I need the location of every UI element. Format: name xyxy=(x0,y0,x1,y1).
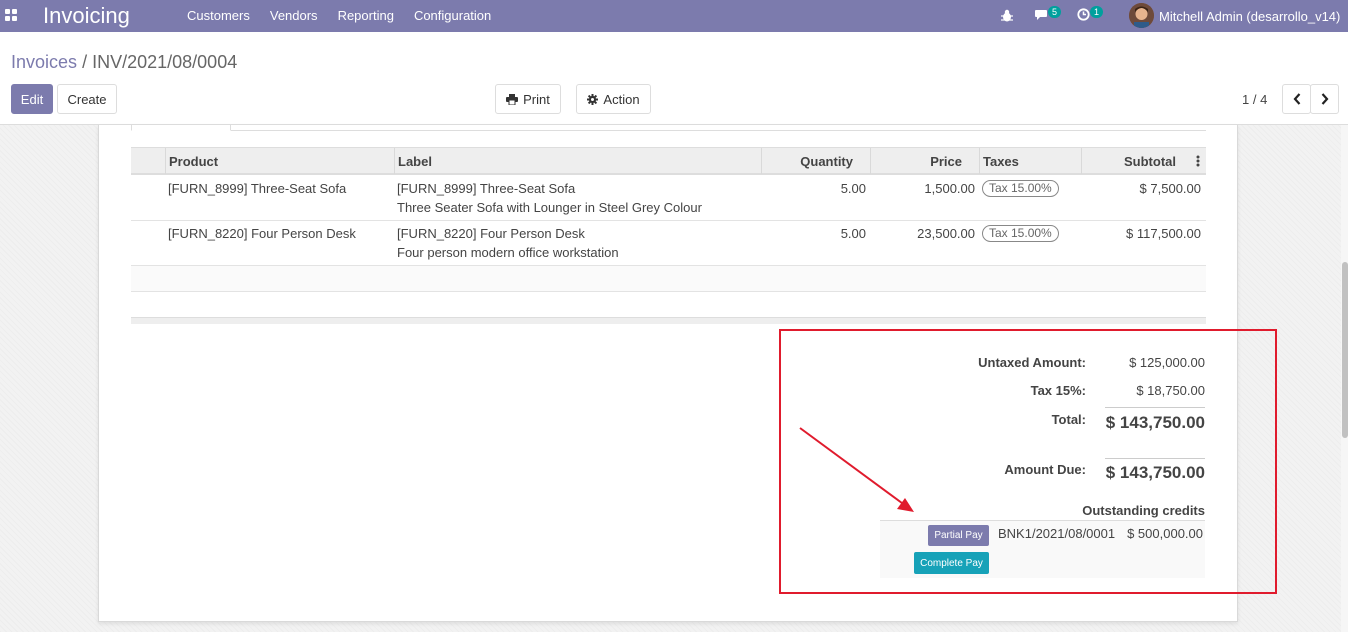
column-separator xyxy=(394,148,395,174)
breadcrumb-separator: / xyxy=(82,52,88,72)
row-label-line1: [FURN_8220] Four Person Desk xyxy=(397,226,585,241)
activities-badge: 1 xyxy=(1090,6,1104,18)
print-icon xyxy=(506,93,519,105)
user-menu[interactable]: Mitchell Admin (desarrollo_v14) xyxy=(1159,9,1340,24)
column-separator xyxy=(165,148,166,174)
header-quantity[interactable]: Quantity xyxy=(800,154,853,169)
row-subtotal: $ 117,500.00 xyxy=(1126,226,1201,241)
optional-columns-icon[interactable] xyxy=(1196,155,1200,167)
print-label: Print xyxy=(523,91,550,107)
apps-grid-icon[interactable] xyxy=(5,9,19,23)
breadcrumb-invoices[interactable]: Invoices xyxy=(11,52,77,72)
row-label-line2: Four person modern office workstation xyxy=(397,245,619,260)
table-row[interactable]: [FURN_8220] Four Person Desk [FURN_8220]… xyxy=(131,221,1206,266)
chevron-right-icon xyxy=(1321,93,1328,105)
tax-tag: Tax 15.00% xyxy=(982,180,1059,197)
empty-row xyxy=(131,266,1206,292)
menu-item-reporting[interactable]: Reporting xyxy=(338,8,394,23)
notebook-active-tab[interactable] xyxy=(131,125,231,131)
header-price[interactable]: Price xyxy=(930,154,962,169)
header-product[interactable]: Product xyxy=(169,154,218,169)
column-separator xyxy=(761,148,762,174)
action-label: Action xyxy=(603,91,640,107)
header-taxes[interactable]: Taxes xyxy=(983,154,1019,169)
activity-clock-icon[interactable] xyxy=(1077,8,1090,21)
create-label: Create xyxy=(67,91,107,107)
invoice-lines-header: Product Label Quantity Price Taxes Subto… xyxy=(131,147,1206,175)
row-subtotal: $ 7,500.00 xyxy=(1139,181,1201,196)
row-label-line2: Three Seater Sofa with Lounger in Steel … xyxy=(397,200,702,215)
main-menu: Customers Vendors Reporting Configuratio… xyxy=(187,8,491,23)
table-footer xyxy=(131,317,1206,324)
row-quantity: 5.00 xyxy=(840,181,866,196)
print-button[interactable]: Print xyxy=(495,84,561,114)
row-quantity: 5.00 xyxy=(840,226,866,241)
top-navbar: Invoicing Customers Vendors Reporting Co… xyxy=(0,0,1348,32)
messages-badge: 5 xyxy=(1048,6,1062,18)
row-price: 1,500.00 xyxy=(924,181,975,196)
avatar[interactable] xyxy=(1129,3,1154,28)
pager-next-button[interactable] xyxy=(1310,84,1339,114)
chevron-left-icon xyxy=(1293,93,1300,105)
row-label-line1: [FURN_8999] Three-Seat Sofa xyxy=(397,181,576,196)
breadcrumb: Invoices / INV/2021/08/0004 xyxy=(11,52,237,73)
notebook-tab-line xyxy=(231,130,1206,131)
row-product: [FURN_8220] Four Person Desk xyxy=(168,226,356,241)
menu-item-vendors[interactable]: Vendors xyxy=(270,8,318,23)
gear-icon xyxy=(587,93,599,105)
column-separator xyxy=(870,148,871,174)
header-label[interactable]: Label xyxy=(398,154,432,169)
breadcrumb-current: INV/2021/08/0004 xyxy=(92,52,238,72)
pager-previous-button[interactable] xyxy=(1282,84,1311,114)
row-price: 23,500.00 xyxy=(917,226,975,241)
chat-icon[interactable] xyxy=(1035,9,1049,21)
column-separator xyxy=(979,148,980,174)
app-name[interactable]: Invoicing xyxy=(43,3,130,29)
edit-button[interactable]: Edit xyxy=(11,84,53,114)
create-button[interactable]: Create xyxy=(57,84,117,114)
action-button[interactable]: Action xyxy=(576,84,651,114)
menu-item-customers[interactable]: Customers xyxy=(187,8,250,23)
tax-tag: Tax 15.00% xyxy=(982,225,1059,242)
header-subtotal[interactable]: Subtotal xyxy=(1124,154,1176,169)
row-product: [FURN_8999] Three-Seat Sofa xyxy=(168,181,347,196)
highlight-box xyxy=(779,329,1277,594)
scrollbar-thumb[interactable] xyxy=(1342,262,1348,438)
menu-item-configuration[interactable]: Configuration xyxy=(414,8,491,23)
column-separator xyxy=(1081,148,1082,174)
bug-icon[interactable] xyxy=(1001,9,1013,22)
table-row[interactable]: [FURN_8999] Three-Seat Sofa [FURN_8999] … xyxy=(131,175,1206,221)
pager-value[interactable]: 1 / 4 xyxy=(1242,92,1267,107)
edit-label: Edit xyxy=(20,91,44,107)
